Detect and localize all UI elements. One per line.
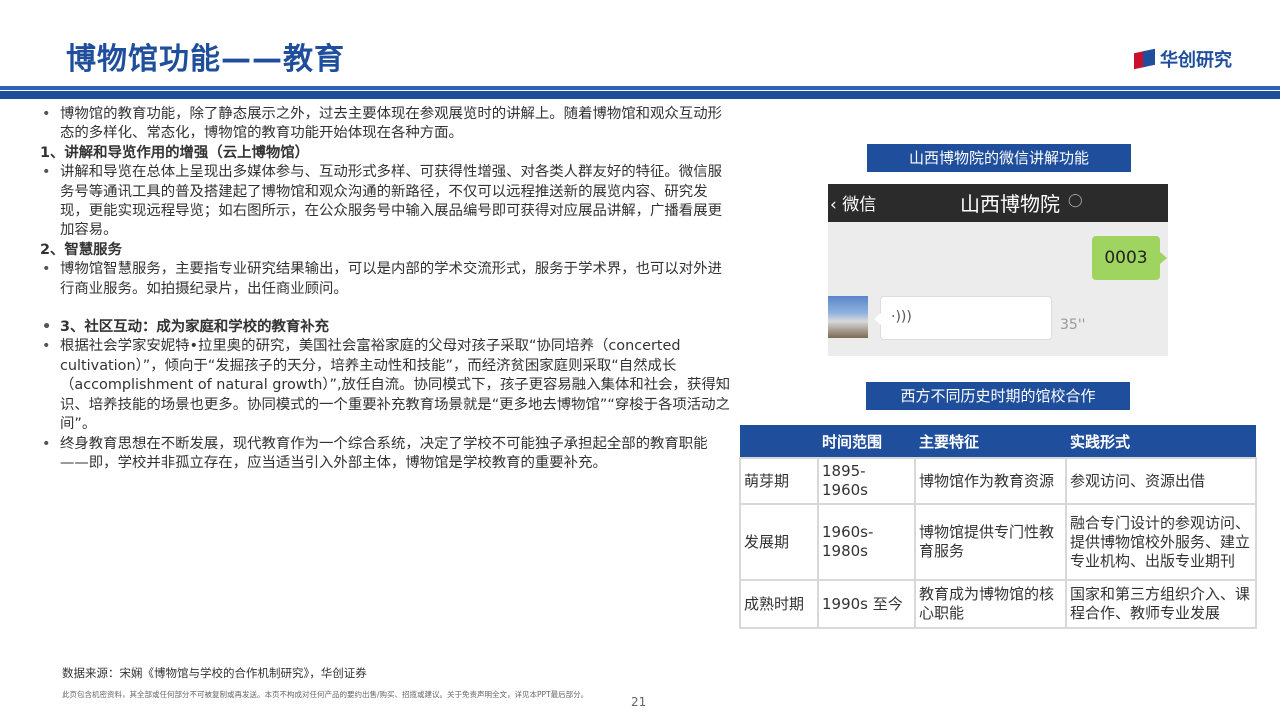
table-header-cell: 时间范围 [818, 425, 915, 458]
voice-message-bubble: ·))) [874, 296, 1052, 340]
table-header-cell: 实践形式 [1066, 425, 1256, 458]
table-cell: 参观访问、资源出借 [1065, 457, 1257, 505]
table-cell: 发展期 [739, 503, 819, 581]
table-cell: 融合专门设计的参观访问、提供博物馆校外服务、建立专业机构、出版专业期刊 [1065, 503, 1257, 581]
logo-mark-icon [1134, 48, 1156, 70]
table-cell: 1990s 至今 [817, 579, 916, 629]
bullet-lifelong-education: 终身教育思想在不断发展，现代教育作为一个综合系统，决定了学校不可能独子承担起全部… [40, 435, 735, 474]
bullet-intro: 博物馆的教育功能，除了静态展示之外，过去主要体现在参观展览时的讲解上。随着博物馆… [40, 105, 735, 144]
table-cell: 成熟时期 [739, 579, 819, 629]
bullet-community: 根据社会学家安妮特•拉里奥的研究，美国社会富裕家庭的父母对孩子采取“协同培养（c… [40, 337, 735, 434]
wechat-caption: 山西博物院的微信讲解功能 [867, 144, 1131, 172]
wechat-screenshot: ‹ 微信 山西博物院 ◯ 0003 ·))) 35'' [828, 184, 1168, 356]
heading-community: 3、社区互动：成为家庭和学校的教育补充 [40, 318, 735, 338]
heading-smart-service: 2、智慧服务 [40, 241, 122, 258]
table-cell: 博物馆作为教育资源 [914, 457, 1067, 505]
bullet-guided-tour: 讲解和导览在总体上呈现出多媒体参与、互动形式多样、可获得性增强、对各类人群友好的… [40, 163, 735, 241]
table-cell: 博物馆提供专门性教育服务 [914, 503, 1067, 581]
table-cell: 国家和第三方组织介入、课程合作、教师专业发展 [1065, 579, 1257, 629]
table-row: 成熟时期 1990s 至今 教育成为博物馆的核心职能 国家和第三方组织介入、课程… [739, 579, 1257, 629]
header-rule-thin [0, 86, 1280, 90]
wechat-title-bar: ‹ 微信 山西博物院 ◯ [828, 184, 1168, 222]
logo-text: 华创研究 [1160, 50, 1232, 71]
bullet-smart-service: 博物馆智慧服务，主要指专业研究结果输出，可以是内部的学术交流形式，服务于学术界，… [40, 260, 735, 299]
voice-wave-icon: ·))) [891, 309, 912, 325]
microphone-icon: ◯ [1068, 193, 1083, 208]
voice-duration: 35'' [1060, 317, 1086, 333]
brand-logo: 华创研究 [1134, 46, 1232, 72]
page-number: 21 [631, 695, 647, 709]
header-rule [0, 91, 1280, 99]
body-text: 博物馆的教育功能，除了静态展示之外，过去主要体现在参观展览时的讲解上。随着博物馆… [40, 105, 735, 473]
wechat-back-button: ‹ 微信 [830, 195, 877, 215]
disclaimer: 此页包含机密资料，其全部或任何部分不可被复制或再发送。本页不构成对任何产品的要约… [62, 690, 589, 699]
table-cell: 萌芽期 [739, 457, 819, 505]
table-caption: 西方不同历史时期的馆校合作 [866, 382, 1130, 410]
table-cell: 1960s-1980s [817, 503, 916, 581]
wechat-chat-title: 山西博物院 [960, 192, 1060, 216]
table-header-cell: 主要特征 [915, 425, 1066, 458]
table-row: 萌芽期 1895-1960s 博物馆作为教育资源 参观访问、资源出借 [739, 457, 1257, 505]
table-cell: 1895-1960s [817, 457, 916, 505]
table-cell: 教育成为博物馆的核心职能 [914, 579, 1067, 629]
cooperation-table: 时间范围 主要特征 实践形式 萌芽期 1895-1960s 博物馆作为教育资源 … [739, 425, 1257, 629]
table-row: 发展期 1960s-1980s 博物馆提供专门性教育服务 融合专门设计的参观访问… [739, 503, 1257, 581]
heading-guided-tour: 1、讲解和导览作用的增强（云上博物馆） [40, 144, 310, 161]
table-header-row: 时间范围 主要特征 实践形式 [740, 425, 1256, 458]
sent-message-bubble: 0003 [1092, 236, 1167, 280]
data-source: 数据来源：宋娴《博物馆与学校的合作机制研究》，华创证券 [62, 666, 367, 680]
page-title: 博物馆功能——教育 [66, 42, 345, 77]
table-header-cell [740, 425, 818, 458]
museum-avatar [828, 296, 868, 338]
